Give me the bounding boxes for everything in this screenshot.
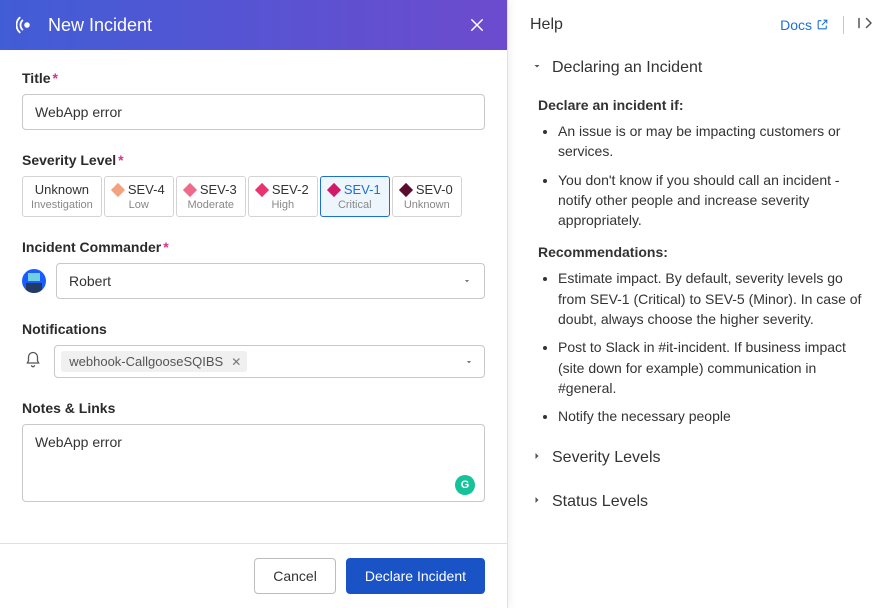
notification-tag: webhook-CallgooseSQIBS ✕ [61, 351, 247, 372]
incident-form-panel: New Incident Title* Severity Level* Unkn… [0, 0, 508, 608]
remove-tag-button[interactable]: ✕ [229, 355, 243, 369]
chevron-down-icon [462, 273, 472, 289]
accordion-header-declaring[interactable]: Declaring an Incident [530, 55, 872, 81]
accordion-header-severity[interactable]: Severity Levels [530, 445, 872, 471]
title-field-group: Title* [22, 70, 485, 130]
notifications-field-group: Notifications webhook-CallgooseSQIBS ✕ [22, 321, 485, 378]
collapse-panel-button[interactable] [856, 14, 874, 35]
severity-name: SEV-3 [200, 183, 237, 197]
chevron-down-icon [530, 59, 544, 77]
severity-name: SEV-0 [416, 183, 453, 197]
accordion-header-status[interactable]: Status Levels [530, 489, 872, 515]
severity-desc: Critical [329, 199, 381, 211]
required-marker: * [118, 152, 123, 168]
title-label-text: Title [22, 70, 51, 86]
help-header: Help Docs [508, 0, 894, 49]
commander-select[interactable]: Robert [56, 263, 485, 299]
declare-incident-button[interactable]: Declare Incident [346, 558, 485, 594]
form-footer: Cancel Declare Incident [0, 543, 507, 608]
accordion-status: Status Levels [530, 489, 872, 515]
bell-icon [22, 351, 44, 372]
severity-name: SEV-4 [128, 183, 165, 197]
list-item: An issue is or may be impacting customer… [558, 121, 872, 162]
severity-desc: High [257, 199, 309, 211]
chevron-right-icon [530, 493, 544, 511]
severity-option-sev-0[interactable]: SEV-0 Unknown [392, 176, 462, 217]
notifications-select[interactable]: webhook-CallgooseSQIBS ✕ [54, 345, 485, 378]
required-marker: * [53, 70, 58, 86]
accordion-title: Declaring an Incident [552, 59, 702, 77]
diamond-icon [183, 183, 197, 197]
divider [843, 16, 844, 34]
cancel-button[interactable]: Cancel [254, 558, 336, 594]
severity-name: SEV-2 [272, 183, 309, 197]
severity-option-row: Unknown Investigation SEV-4 Low SEV-3 Moderat… [22, 176, 485, 217]
help-panel: Help Docs Declaring an Incident Declare … [508, 0, 894, 608]
commander-label: Incident Commander* [22, 239, 485, 255]
external-link-icon [816, 18, 829, 31]
docs-link-label: Docs [780, 17, 812, 33]
severity-label: Severity Level* [22, 152, 485, 168]
declare-list: An issue is or may be impacting customer… [558, 121, 872, 230]
accordion-severity: Severity Levels [530, 445, 872, 471]
notifications-label: Notifications [22, 321, 485, 337]
diamond-icon [255, 183, 269, 197]
accordion-declaring: Declaring an Incident Declare an inciden… [530, 55, 872, 427]
title-label: Title* [22, 70, 485, 86]
commander-row: Robert [22, 263, 485, 299]
title-input[interactable] [22, 94, 485, 130]
severity-desc: Low [113, 199, 165, 211]
declare-heading: Declare an incident if: [538, 97, 872, 113]
severity-option-sev-3[interactable]: SEV-3 Moderate [176, 176, 246, 217]
severity-option-sev-1[interactable]: SEV-1 Critical [320, 176, 390, 217]
docs-link[interactable]: Docs [780, 17, 829, 33]
commander-field-group: Incident Commander* Robert [22, 239, 485, 299]
diamond-icon [399, 183, 413, 197]
close-button[interactable] [463, 11, 491, 39]
severity-desc: Unknown [401, 199, 453, 211]
severity-name: SEV-1 [344, 183, 381, 197]
diamond-icon [111, 183, 125, 197]
help-body: Declaring an Incident Declare an inciden… [508, 49, 894, 553]
notes-textarea[interactable] [22, 424, 485, 502]
diamond-icon [327, 183, 341, 197]
required-marker: * [163, 239, 168, 255]
commander-value: Robert [69, 273, 111, 289]
severity-option-sev-4[interactable]: SEV-4 Low [104, 176, 174, 217]
modal-header: New Incident [0, 0, 507, 50]
severity-label-text: Severity Level [22, 152, 116, 168]
notification-tag-label: webhook-CallgooseSQIBS [69, 354, 223, 369]
broadcast-icon [16, 14, 38, 36]
chevron-down-icon [464, 354, 474, 370]
accordion-title: Severity Levels [552, 449, 661, 467]
list-item: Post to Slack in #it-incident. If busine… [558, 337, 872, 398]
notes-label: Notes & Links [22, 400, 485, 416]
chevron-right-icon [530, 449, 544, 467]
severity-desc: Moderate [185, 199, 237, 211]
recommendations-heading: Recommendations: [538, 244, 872, 260]
list-item: Notify the necessary people [558, 406, 872, 426]
accordion-title: Status Levels [552, 493, 648, 511]
notes-field-group: Notes & Links G [22, 400, 485, 505]
avatar [22, 269, 46, 293]
recommendations-list: Estimate impact. By default, severity le… [558, 268, 872, 426]
modal-title: New Incident [48, 15, 463, 36]
severity-option-sev-2[interactable]: SEV-2 High [248, 176, 318, 217]
accordion-content-declaring: Declare an incident if: An issue is or m… [530, 81, 872, 427]
severity-option-unknown[interactable]: Unknown Investigation [22, 176, 102, 217]
notifications-row: webhook-CallgooseSQIBS ✕ [22, 345, 485, 378]
commander-label-text: Incident Commander [22, 239, 161, 255]
severity-field-group: Severity Level* Unknown Investigation SEV-… [22, 152, 485, 217]
list-item: You don't know if you should call an inc… [558, 170, 872, 231]
severity-desc: Investigation [31, 199, 93, 211]
help-title: Help [530, 16, 780, 34]
form-body: Title* Severity Level* UnknownInvestigat… [0, 50, 507, 543]
severity-name: Unknown [35, 183, 89, 197]
list-item: Estimate impact. By default, severity le… [558, 268, 872, 329]
